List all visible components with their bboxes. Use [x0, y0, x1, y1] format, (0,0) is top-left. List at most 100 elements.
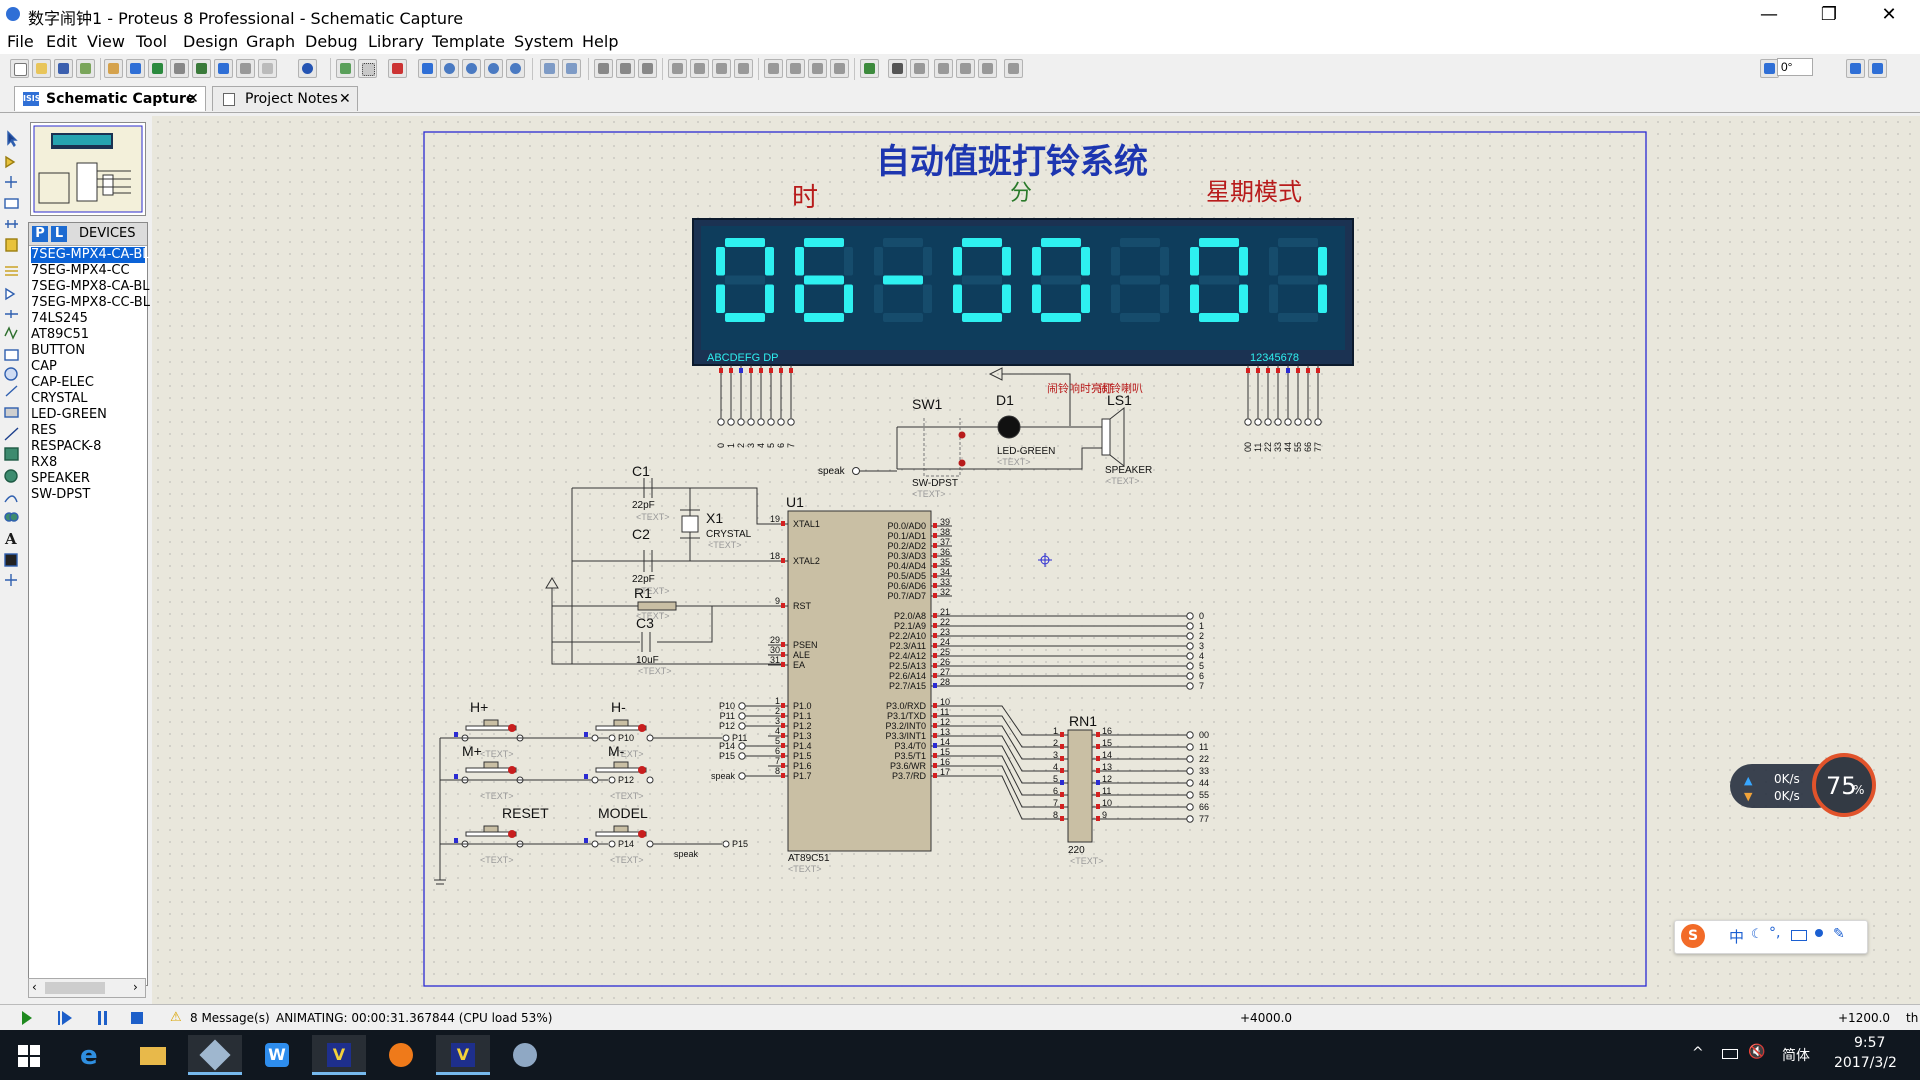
pan-icon[interactable] — [418, 59, 437, 78]
open-file-icon[interactable] — [32, 59, 51, 78]
save-icon[interactable] — [54, 59, 73, 78]
clock-date[interactable]: 2017/3/2 — [1834, 1055, 1897, 1071]
device-list-item[interactable]: RES — [31, 423, 57, 439]
menu-help[interactable]: Help — [582, 32, 618, 51]
device-list-item[interactable]: BUTTON — [31, 343, 85, 359]
design-explorer-icon[interactable] — [214, 59, 233, 78]
windows-start-icon[interactable] — [18, 1045, 40, 1067]
electrical-rules-check-icon[interactable] — [1004, 59, 1023, 78]
messages-count[interactable]: 8 Message(s) — [190, 1011, 270, 1025]
library-manager-button[interactable]: L — [51, 226, 67, 242]
menu-debug[interactable]: Debug — [305, 32, 358, 51]
package-tool-icon[interactable] — [808, 59, 827, 78]
cut-icon[interactable] — [594, 59, 613, 78]
new-sheet-icon[interactable] — [934, 59, 953, 78]
paint-taskbar-icon[interactable] — [498, 1035, 552, 1075]
device-list-item[interactable]: SW-DPST — [31, 487, 90, 503]
menu-tool[interactable]: Tool — [136, 32, 167, 51]
close-tab-icon[interactable]: ✕ — [339, 87, 351, 111]
bom-icon[interactable] — [236, 59, 255, 78]
clock-time[interactable]: 9:57 — [1854, 1035, 1885, 1051]
pick-device-icon[interactable] — [764, 59, 783, 78]
remove-sheet-icon[interactable] — [956, 59, 975, 78]
simulation-stop-button[interactable] — [128, 1007, 146, 1027]
maximize-button[interactable]: ❐ — [1800, 0, 1858, 30]
block-move-icon[interactable] — [690, 59, 709, 78]
device-list-item[interactable]: 7SEG-MPX4-CC — [31, 263, 130, 279]
undo-icon[interactable] — [540, 59, 559, 78]
scroll-right-arrow-icon[interactable]: › — [133, 980, 138, 994]
notes-toolbar-icon[interactable] — [258, 59, 277, 78]
volume-muted-icon[interactable]: 🔇 — [1748, 1044, 1765, 1060]
device-list-item[interactable]: RESPACK-8 — [31, 439, 101, 455]
close-button[interactable]: ✕ — [1860, 0, 1918, 30]
overview-window[interactable] — [30, 122, 146, 216]
menu-view[interactable]: View — [87, 32, 125, 51]
menu-file[interactable]: File — [7, 32, 34, 51]
battery-icon[interactable] — [1722, 1049, 1738, 1059]
rotation-angle-input[interactable] — [1777, 58, 1813, 76]
simulation-pause-button[interactable] — [94, 1007, 112, 1027]
keyboard-icon[interactable] — [1791, 930, 1807, 941]
origin-icon[interactable] — [388, 59, 407, 78]
tab-schematic-capture[interactable]: ISIS Schematic Capture ✕ — [14, 86, 206, 111]
simulation-step-button[interactable] — [56, 1007, 74, 1027]
keil-uvision-taskbar-icon[interactable]: V — [312, 1035, 366, 1075]
redo-icon[interactable] — [562, 59, 581, 78]
device-list-item[interactable]: 74LS245 — [31, 311, 88, 327]
device-list-item[interactable]: AT89C51 — [31, 327, 89, 343]
close-project-icon[interactable] — [76, 59, 95, 78]
file-explorer-taskbar-icon[interactable] — [126, 1035, 180, 1075]
device-list-item[interactable]: 7SEG-MPX8-CA-BL — [31, 279, 150, 295]
mirror-y-icon[interactable] — [1868, 59, 1887, 78]
menu-system[interactable]: System — [514, 32, 574, 51]
device-list-item[interactable]: CAP — [31, 359, 57, 375]
user-icon[interactable] — [1815, 929, 1823, 937]
exit-to-parent-icon[interactable] — [978, 59, 997, 78]
menu-design[interactable]: Design — [183, 32, 238, 51]
device-list-item[interactable]: CRYSTAL — [31, 391, 88, 407]
close-tab-icon[interactable]: ✕ — [187, 87, 199, 111]
schematic-mode-icon[interactable] — [126, 59, 145, 78]
zoom-out-icon[interactable] — [462, 59, 481, 78]
decompose-icon[interactable] — [830, 59, 849, 78]
home-icon[interactable] — [104, 59, 123, 78]
menu-edit[interactable]: Edit — [46, 32, 77, 51]
scroll-thumb[interactable] — [45, 982, 105, 994]
proteus-taskbar-icon[interactable] — [188, 1035, 242, 1075]
new-file-icon[interactable] — [10, 59, 29, 78]
proteus-app-icon[interactable] — [6, 7, 20, 21]
device-list-item[interactable]: LED-GREEN — [31, 407, 107, 423]
block-delete-icon[interactable] — [734, 59, 753, 78]
tab-project-notes[interactable]: Project Notes ✕ — [212, 86, 358, 111]
device-list-item[interactable]: 7SEG-MPX4-CA-BL — [31, 247, 150, 263]
zoom-all-icon[interactable] — [484, 59, 503, 78]
gerber-icon[interactable] — [192, 59, 211, 78]
block-rotate-icon[interactable] — [712, 59, 731, 78]
pick-device-button[interactable]: P — [32, 226, 48, 242]
menu-template[interactable]: Template — [432, 32, 505, 51]
scroll-left-arrow-icon[interactable]: ‹ — [32, 980, 37, 994]
settings-wrench-icon[interactable]: ✎ — [1833, 926, 1845, 942]
unit-label[interactable]: th — [1906, 1011, 1918, 1025]
help-icon[interactable] — [298, 59, 317, 78]
property-assignment-icon[interactable] — [910, 59, 929, 78]
keil-uvision-2-taskbar-icon[interactable]: V — [436, 1035, 490, 1075]
search-tagging-icon[interactable] — [888, 59, 907, 78]
simulation-play-button[interactable] — [18, 1007, 36, 1027]
tray-overflow-icon[interactable]: ^ — [1692, 1045, 1704, 1061]
ime-toolbar[interactable]: S 中 ☾ °, ✎ — [1674, 920, 1868, 954]
3d-viewer-icon[interactable] — [170, 59, 189, 78]
copy-icon[interactable] — [616, 59, 635, 78]
grid-toggle-icon[interactable] — [358, 59, 377, 78]
zoom-in-icon[interactable] — [440, 59, 459, 78]
network-monitor-widget[interactable]: ▲ ▼ 0K/s 0K/s 75 % — [1730, 752, 1880, 818]
moon-icon[interactable]: ☾ — [1751, 927, 1763, 942]
edge-browser-taskbar-icon[interactable]: e — [66, 1035, 120, 1075]
wire-autorouter-icon[interactable] — [860, 59, 879, 78]
device-list-item[interactable]: 7SEG-MPX8-CC-BL — [31, 295, 150, 311]
menu-library[interactable]: Library — [368, 32, 424, 51]
punctuation-icon[interactable]: °, — [1769, 925, 1780, 941]
pcb-layout-icon[interactable] — [148, 59, 167, 78]
make-device-icon[interactable] — [786, 59, 805, 78]
